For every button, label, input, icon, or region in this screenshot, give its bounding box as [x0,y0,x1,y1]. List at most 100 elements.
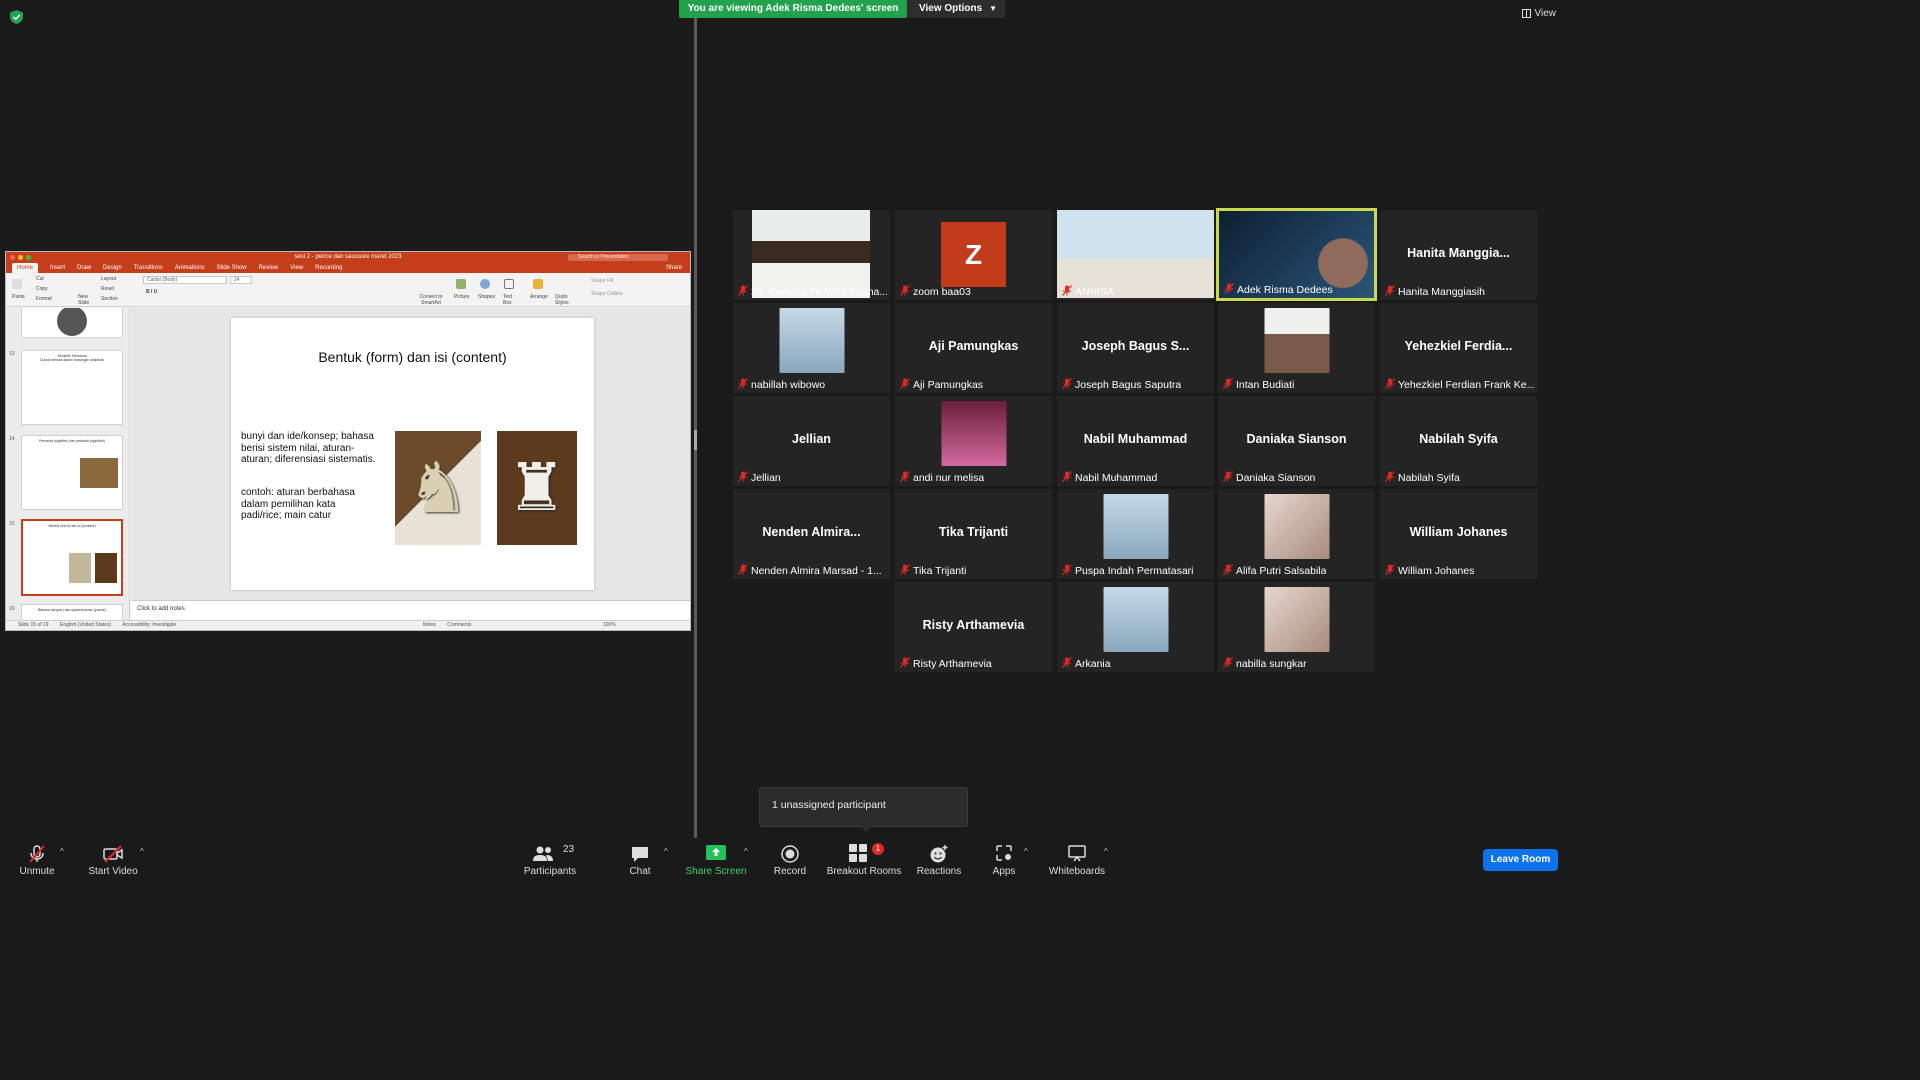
ppt-search-field: Search in Presentation [568,254,668,261]
start-video-label: Start Video [88,866,138,877]
language: English (United States) [59,622,112,628]
participant-tile[interactable]: Intan Budiati [1218,303,1375,393]
participant-display-name: Jellian [792,432,831,446]
breakout-rooms-button[interactable]: 1 Breakout Rooms [826,838,902,882]
participant-photo [1264,308,1329,373]
mic-muted-icon [738,564,748,575]
participant-tile[interactable]: 20. Karisma Tri Wira Buana... [733,210,890,300]
participant-name: andi nur melisa [913,472,985,484]
comments-toggle: Comments [447,622,472,628]
participant-tile[interactable]: Puspa Indah Permatasari [1057,489,1214,579]
participant-name: nabilla sungkar [1236,658,1307,670]
mic-muted-icon [738,285,748,296]
chevron-down-icon: ▼ [989,4,997,13]
apps-options-caret[interactable]: ^ [1024,847,1028,856]
ppt-ribbon-tabs: Home Insert Draw Design Transitions Anim… [6,263,690,273]
unassigned-participants-popup: 1 unassigned participant [759,787,968,832]
thumb-subtitle: Dunda berada dalam hubungan dwipihak [40,358,104,362]
ppt-tab-home: Home [12,263,39,273]
participant-tile[interactable]: Nenden Almira... Nenden Almira Marsad - 1… [733,489,890,579]
share-options-caret[interactable]: ^ [744,847,748,856]
mic-muted-icon [29,845,45,863]
participant-tile[interactable]: Yehezkiel Ferdia... Yehezkiel Ferdian Fra… [1380,303,1537,393]
participant-display-name: Nabilah Syifa [1419,432,1498,446]
split-divider[interactable] [694,18,697,838]
participant-tile[interactable]: Jellian Jellian [733,396,890,486]
video-options-caret[interactable]: ^ [140,847,144,856]
participant-tile[interactable]: Aji Pamungkas Aji Pamungkas [895,303,1052,393]
participant-tile[interactable]: andi nur melisa [895,396,1052,486]
record-button[interactable]: Record [770,838,810,882]
participant-name: Puspa Indah Permatasari [1075,565,1194,577]
participant-tile[interactable]: Joseph Bagus S... Joseph Bagus Saputra [1057,303,1214,393]
participant-tile[interactable]: Hanita Manggia... Hanita Manggiasih [1380,210,1537,300]
slide-paragraph: contoh: aturan berbahasa dalam pemilihan… [241,487,355,521]
participant-tile[interactable]: ANNISA [1057,210,1214,300]
mic-muted-icon [1062,285,1072,296]
reactions-button[interactable]: Reactions [916,838,962,882]
view-label: View [1534,8,1557,19]
whiteboards-options-caret[interactable]: ^ [1104,847,1108,856]
slide-notes: Click to add notes [131,600,690,622]
participant-display-name: Joseph Bagus S... [1081,339,1190,353]
participant-name: Jellian [751,472,781,484]
thumb-image [80,458,118,488]
divider-drag-handle[interactable] [694,430,697,450]
participant-tile[interactable]: nabilla sungkar [1218,582,1375,672]
window-controls [10,255,31,260]
thumb-image [95,553,117,583]
participants-button[interactable]: 23 Participants [522,838,578,882]
shared-screen: sesi 2 - peirce dan saussure maret 2023 … [5,251,691,631]
participant-tile[interactable]: Zzoom baa03 [895,210,1052,300]
participant-tile[interactable]: Adek Risma Dedees [1216,208,1377,301]
zoom-level: 106% [602,622,616,628]
leave-room-button[interactable]: Leave Room [1483,849,1558,871]
thumb-image [69,553,91,583]
shape-fill-label: Shape Fill [591,278,614,284]
mic-muted-icon [1385,285,1395,296]
ppt-tab-draw: Draw [77,265,92,271]
participant-photo [1103,587,1168,652]
share-screen-button[interactable]: Share Screen [684,838,748,882]
participant-tile[interactable]: Daniaka Sianson Daniaka Sianson [1218,396,1375,486]
participant-display-name: Daniaka Sianson [1246,432,1347,446]
participant-display-name: Nenden Almira... [762,525,861,539]
ppt-tab-design: Design [103,265,122,271]
participant-tile[interactable]: Arkania [1057,582,1214,672]
participant-tile[interactable]: nabillah wibowo [733,303,890,393]
accessibility: Accessibility: Investigate [122,622,177,628]
share-screen-icon [706,845,726,860]
apps-button[interactable]: Apps [986,838,1022,882]
view-options-button[interactable]: View Options ▼ [907,0,1005,18]
participant-video [752,210,870,298]
participant-tile[interactable]: Nabil Muhammad Nabil Muhammad [1057,396,1214,486]
participants-label: Participants [523,866,577,877]
chat-options-caret[interactable]: ^ [664,847,668,856]
participant-name: Tika Trijanti [913,565,967,577]
reactions-label: Reactions [916,866,962,877]
start-video-button[interactable]: Start Video [85,838,141,882]
participant-display-name: Tika Trijanti [938,525,1009,539]
slide-number: 13 [9,351,15,357]
mic-muted-icon [1223,471,1233,482]
participant-tile[interactable]: William Johanes William Johanes [1380,489,1537,579]
participant-tile[interactable]: Tika Trijanti Tika Trijanti [895,489,1052,579]
chat-button[interactable]: Chat [620,838,660,882]
participant-name: 20. Karisma Tri Wira Buana... [751,286,887,298]
apps-label: Apps [992,866,1016,877]
mic-muted-icon [1062,378,1072,389]
participant-tile[interactable]: Alifa Putri Salsabila [1218,489,1375,579]
audio-options-caret[interactable]: ^ [60,847,64,856]
participant-name: Daniaka Sianson [1236,472,1316,484]
viewing-screen-banner: You are viewing Adek Risma Dedees' scree… [679,0,907,18]
paste-icon [12,279,22,289]
view-button[interactable]: View [1521,8,1557,19]
mic-muted-icon [900,378,910,389]
security-shield-icon[interactable] [10,10,23,24]
whiteboards-button[interactable]: Whiteboards [1046,838,1108,882]
participant-tile[interactable]: Risty Arthamevia Risty Arthamevia [895,582,1052,672]
participant-name: Arkania [1075,658,1111,670]
unmute-button[interactable]: Unmute [12,838,62,882]
participant-tile[interactable]: Nabilah Syifa Nabilah Syifa [1380,396,1537,486]
participant-display-name: Yehezkiel Ferdia... [1404,339,1513,353]
